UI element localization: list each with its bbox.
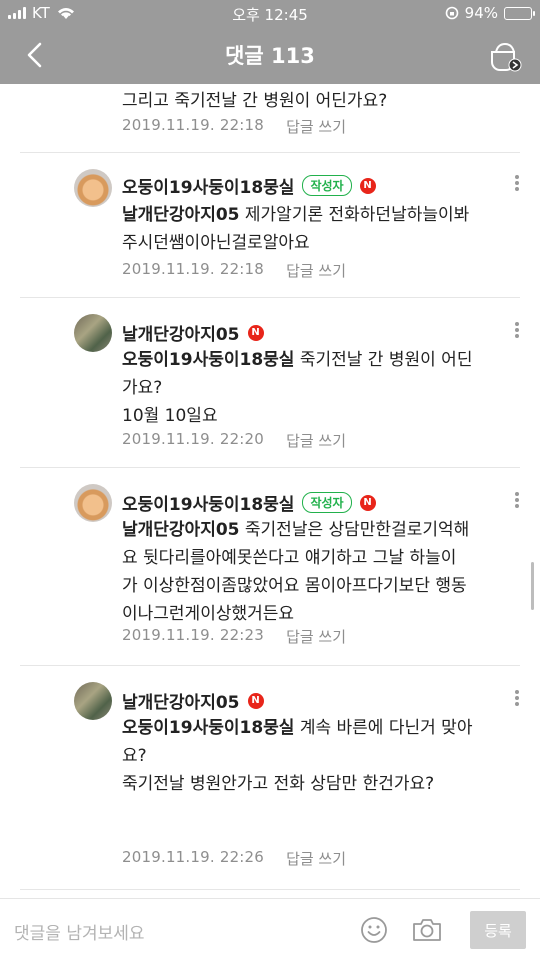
comment-text: 10월 10일요 — [122, 406, 218, 426]
comment-fragment: 그리고 죽기전날 간 병원이 어딘가요? 2019.11.19. 22:18 답… — [0, 84, 540, 152]
battery-percent: 94% — [464, 4, 498, 22]
comment-date: 2019.11.19. 22:20 — [122, 430, 265, 448]
page-title: 댓글 113 — [225, 44, 315, 68]
divider — [20, 152, 520, 153]
new-badge: N — [247, 324, 264, 341]
divider — [20, 665, 520, 666]
divider — [20, 297, 520, 298]
reply-link[interactable]: 답글 쓰기 — [286, 260, 346, 281]
avatar[interactable] — [74, 314, 112, 352]
orientation-lock-icon — [445, 6, 458, 20]
comment-text: 요? — [122, 746, 147, 766]
mention-link[interactable]: 오둥이19사둥이18뭉실 — [122, 718, 294, 738]
camera-icon[interactable] — [412, 917, 442, 943]
new-badge: N — [359, 494, 376, 511]
comment-text: 주시던쌤이아닌걸로알아요 — [122, 233, 310, 253]
comment-list[interactable]: 그리고 죽기전날 간 병원이 어딘가요? 2019.11.19. 22:18 답… — [0, 84, 540, 898]
mention-link[interactable]: 오둥이19사둥이18뭉실 — [122, 350, 294, 370]
comment-text: 요 뒷다리를아예못쓴다고 얘기하고 그날 하늘이 — [122, 548, 457, 568]
top-bar: KT 오후 12:45 94% 댓글 113 — [0, 0, 540, 84]
comment-text: 가 이상한점이좀많았어요 몸이아프다기보단 행동 — [122, 576, 467, 596]
reply-link[interactable]: 답글 쓰기 — [286, 848, 346, 869]
comment-text: 죽기전날은 상담만한걸로기억해 — [244, 520, 470, 540]
avatar[interactable] — [74, 169, 112, 207]
share-icon[interactable] — [486, 38, 524, 74]
new-badge: N — [359, 177, 376, 194]
comment-date: 2019.11.19. 22:23 — [122, 626, 265, 644]
reply-link[interactable]: 답글 쓰기 — [286, 116, 346, 137]
more-options-icon[interactable] — [514, 173, 520, 193]
comment-date: 2019.11.19. 22:18 — [122, 116, 265, 134]
new-badge: N — [247, 692, 264, 709]
more-options-icon[interactable] — [514, 490, 520, 510]
comment-body: 날개단강아지05 제가알기론 전화하던날하늘이봐 주시던쌤이아닌걸로알아요 — [122, 201, 502, 257]
avatar[interactable] — [74, 682, 112, 720]
comment-author[interactable]: 날개단강아지05 — [122, 688, 240, 713]
comment-body: 오둥이19사둥이18뭉실 죽기전날 간 병원이 어딘 가요? 10월 10일요 — [122, 346, 502, 430]
comment-input-bar: 댓글을 남겨보세요 등록 — [0, 898, 540, 960]
divider — [20, 889, 520, 890]
comment-text: 죽기전날 병원안가고 전화 상담만 한건가요? — [122, 774, 435, 794]
comment-input[interactable]: 댓글을 남겨보세요 — [14, 919, 145, 944]
scrollbar[interactable] — [531, 562, 534, 610]
comment-author[interactable]: 오둥이19사둥이18뭉실 — [122, 173, 294, 198]
comment-author[interactable]: 오둥이19사둥이18뭉실 — [122, 490, 294, 515]
more-options-icon[interactable] — [514, 688, 520, 708]
status-bar: KT 오후 12:45 94% — [0, 0, 540, 28]
comment-body: 날개단강아지05 죽기전날은 상담만한걸로기억해 요 뒷다리를아예못쓴다고 얘기… — [122, 516, 502, 628]
avatar[interactable] — [74, 484, 112, 522]
submit-button[interactable]: 등록 — [470, 911, 526, 949]
more-options-icon[interactable] — [514, 320, 520, 340]
author-badge: 작성자 — [302, 175, 352, 196]
comment-text: 죽기전날 간 병원이 어딘 — [299, 350, 473, 370]
comment-text: 가요? — [122, 378, 163, 398]
reply-link[interactable]: 답글 쓰기 — [286, 430, 346, 451]
comment-text: 이나그런게이상했거든요 — [122, 604, 295, 624]
comment-text: 그리고 죽기전날 간 병원이 어딘가요? — [122, 91, 388, 111]
comment-body: 오둥이19사둥이18뭉실 계속 바른에 다닌거 맞아 요? 죽기전날 병원안가고… — [122, 714, 502, 798]
comment-date: 2019.11.19. 22:18 — [122, 260, 265, 278]
reply-link[interactable]: 답글 쓰기 — [286, 626, 346, 647]
mention-link[interactable]: 날개단강아지05 — [122, 520, 240, 540]
mention-link[interactable]: 날개단강아지05 — [122, 205, 240, 225]
emoji-icon[interactable] — [360, 916, 388, 944]
divider — [20, 467, 520, 468]
comment-text: 제가알기론 전화하던날하늘이봐 — [244, 205, 470, 225]
comment-text: 계속 바른에 다닌거 맞아 — [299, 718, 473, 738]
header: 댓글 113 — [0, 28, 540, 84]
comment-date: 2019.11.19. 22:26 — [122, 848, 265, 866]
author-badge: 작성자 — [302, 492, 352, 513]
battery-icon — [504, 6, 535, 20]
comment-author[interactable]: 날개단강아지05 — [122, 320, 240, 345]
